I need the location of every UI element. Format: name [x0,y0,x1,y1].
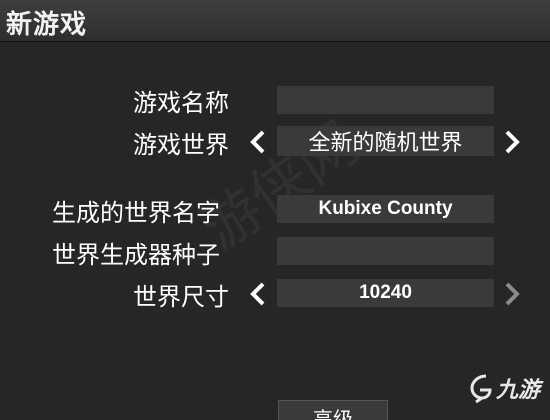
world-seed-input[interactable] [277,237,494,265]
game-name-label: 游戏名称 [133,89,229,117]
chevron-left-icon [250,130,265,154]
generated-world-name-label: 生成的世界名字 [52,199,220,227]
world-size-label: 世界尺寸 [133,283,229,311]
game-world-next-button[interactable] [502,128,522,156]
advanced-button-label: 高级 [313,407,353,420]
title-bar: 新游戏 [0,0,550,42]
chevron-right-icon [505,282,520,306]
advanced-button[interactable]: 高级 [278,400,388,420]
world-size-value: 10240 [359,282,412,303]
game-world-value: 全新的随机世界 [308,131,463,156]
game-world-prev-button[interactable] [248,128,268,156]
world-size-next-button[interactable] [502,280,522,308]
window-title: 新游戏 [6,10,88,40]
game-name-input[interactable] [277,86,494,114]
world-seed-label: 世界生成器种子 [52,241,220,269]
game-world-label: 游戏世界 [133,131,229,159]
logo-icon [470,374,492,403]
chevron-left-icon [250,282,265,306]
site-logo: 九游 [468,372,540,404]
generated-world-name-value: Kubixe County [318,198,453,219]
world-size-prev-button[interactable] [248,280,268,308]
chevron-right-icon [505,130,520,154]
logo-text: 九游 [496,378,541,403]
